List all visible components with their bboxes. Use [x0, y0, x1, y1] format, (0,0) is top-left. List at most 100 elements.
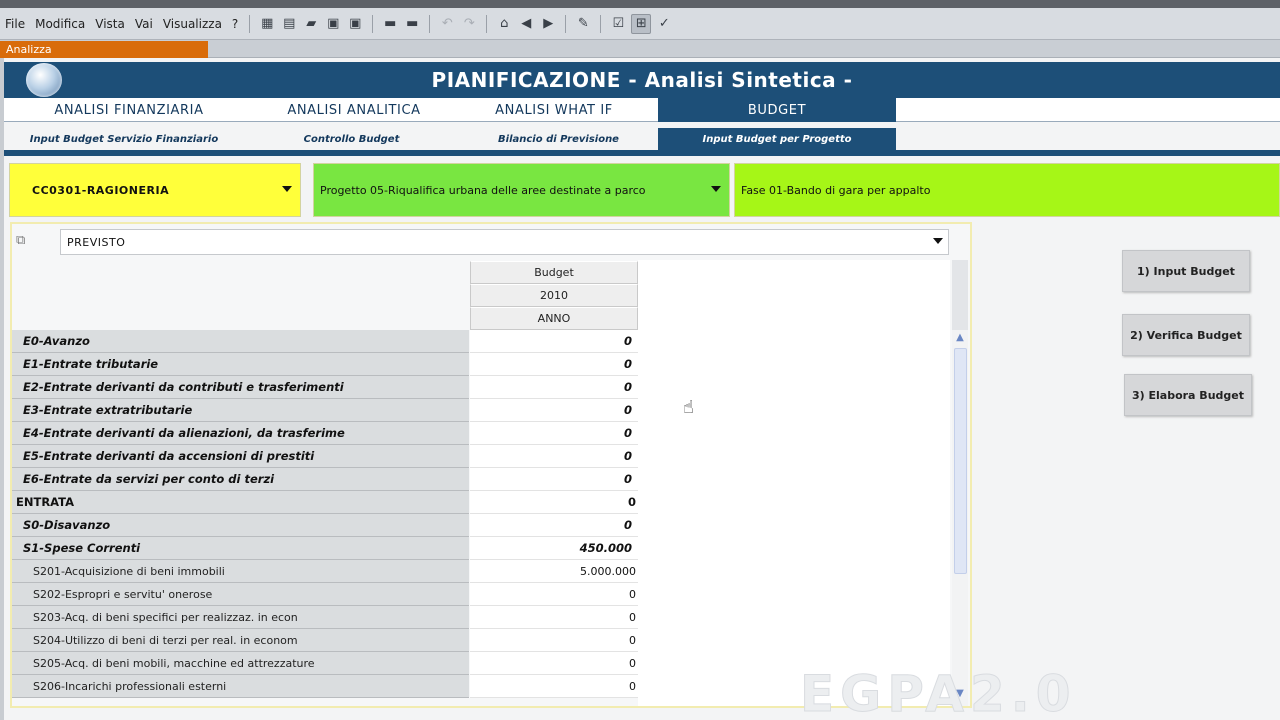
menu-modifica[interactable]: Modifica: [30, 17, 90, 31]
row-label: S205-Acq. di beni mobili, macchine ed at…: [12, 652, 469, 675]
chevron-down-icon: [933, 238, 943, 244]
sub-nav: Input Budget Servizio Finanziario Contro…: [4, 128, 1280, 151]
scrollbar-thumb[interactable]: [954, 348, 967, 574]
subtab-bilancio-di-previsione[interactable]: Bilancio di Previsione: [459, 128, 658, 151]
print-icon[interactable]: ▬: [381, 15, 399, 33]
row-label: S0-Disavanzo: [12, 514, 469, 537]
tools-icon[interactable]: ✎: [574, 15, 592, 33]
tab-analisi-what-if[interactable]: ANALISI WHAT IF: [454, 98, 654, 122]
menu-vai[interactable]: Vai: [130, 17, 158, 31]
chevron-down-icon: [711, 186, 721, 192]
checklist-icon[interactable]: ☑: [609, 15, 627, 33]
column-header-year: 2010: [470, 284, 638, 307]
menu-help[interactable]: ?: [227, 17, 243, 31]
toolbar-separator: [429, 14, 431, 33]
back-icon[interactable]: ◀: [517, 15, 535, 33]
window-top-strip: [0, 0, 1280, 8]
check-icon[interactable]: ✓: [655, 15, 673, 33]
tab-analizza[interactable]: Analizza: [0, 41, 208, 58]
toolbar-separator: [600, 14, 602, 33]
phase-value: Fase 01-Bando di gara per appalto: [741, 183, 931, 197]
row-label-total: ENTRATA: [12, 491, 469, 514]
grid-empty-area: [638, 260, 950, 706]
verifica-budget-button[interactable]: 2) Verifica Budget: [1122, 314, 1250, 356]
tab-analisi-analitica[interactable]: ANALISI ANALITICA: [254, 98, 454, 122]
globe-logo-icon: [26, 63, 62, 97]
undo-icon[interactable]: ↶: [438, 15, 456, 33]
row-value[interactable]: 0: [470, 583, 638, 606]
print-preview-icon[interactable]: ▬: [403, 15, 421, 33]
input-budget-button[interactable]: 1) Input Budget: [1122, 250, 1250, 292]
row-value[interactable]: 0: [470, 445, 638, 468]
row-label: S206-Incarichi professionali esterni: [12, 675, 469, 698]
scrollbar-header-spacer: [952, 260, 968, 330]
row-value[interactable]: 0: [470, 399, 638, 422]
subtab-input-budget-servizio-finanziario[interactable]: Input Budget Servizio Finanziario: [4, 128, 244, 151]
page-title: PIANIFICAZIONE - Analisi Sintetica -: [431, 68, 853, 92]
toolbar-separator: [249, 14, 251, 33]
row-value[interactable]: 0: [470, 514, 638, 537]
row-value[interactable]: 0: [470, 675, 638, 698]
toolbar-separator: [565, 14, 567, 33]
forward-icon[interactable]: ▶: [539, 15, 557, 33]
row-value[interactable]: 450.000: [470, 537, 638, 560]
subtab-controllo-budget[interactable]: Controllo Budget: [244, 128, 459, 151]
row-value[interactable]: 0: [470, 629, 638, 652]
toolbar-separator: [372, 14, 374, 33]
page-header: PIANIFICAZIONE - Analisi Sintetica -: [4, 62, 1280, 98]
phase-select[interactable]: Fase 01-Bando di gara per appalto: [734, 163, 1280, 217]
row-value[interactable]: 5.000.000: [470, 560, 638, 583]
scroll-up-icon[interactable]: ▲: [952, 332, 968, 346]
folder-open-icon[interactable]: ▰: [302, 15, 320, 33]
row-value[interactable]: 0: [470, 422, 638, 445]
scenario-select[interactable]: PREVISTO: [60, 229, 949, 255]
hand-cursor-icon: ☝: [683, 397, 694, 418]
row-value[interactable]: 0: [470, 468, 638, 491]
row-value[interactable]: 0: [470, 330, 638, 353]
tab-analisi-finanziaria[interactable]: ANALISI FINANZIARIA: [4, 98, 254, 122]
toolbar-separator: [486, 14, 488, 33]
row-value-total: 0: [470, 491, 638, 514]
row-label: S201-Acquisizione di beni immobili: [12, 560, 469, 583]
chevron-down-icon: [282, 186, 292, 192]
menu-bar: File Modifica Vista Vai Visualizza ? ▦ ▤…: [0, 8, 1280, 40]
menu-vista[interactable]: Vista: [90, 17, 130, 31]
main-nav: ANALISI FINANZIARIA ANALISI ANALITICA AN…: [4, 98, 1280, 122]
page-icon[interactable]: ▤: [280, 15, 298, 33]
row-label: S203-Acq. di beni specifici per realizza…: [12, 606, 469, 629]
subtab-input-budget-per-progetto[interactable]: Input Budget per Progetto: [658, 128, 896, 151]
redo-icon[interactable]: ↷: [460, 15, 478, 33]
row-label: E6-Entrate da servizi per conto di terzi: [12, 468, 469, 491]
row-value[interactable]: 0: [470, 652, 638, 675]
project-select[interactable]: Progetto 05-Riqualifica urbana delle are…: [313, 163, 730, 217]
row-value[interactable]: 0: [470, 376, 638, 399]
project-value: Progetto 05-Riqualifica urbana delle are…: [320, 183, 646, 197]
row-label: S202-Espropri e servitu' onerose: [12, 583, 469, 606]
save-as-icon[interactable]: ▣: [346, 15, 364, 33]
row-value[interactable]: 0: [470, 353, 638, 376]
home-icon[interactable]: ⌂: [495, 15, 513, 33]
cost-center-value: CC0301-RAGIONERIA: [32, 183, 170, 197]
row-label: E5-Entrate derivanti da accensioni di pr…: [12, 445, 469, 468]
column-header-budget: Budget: [470, 261, 638, 284]
grid-icon[interactable]: ▦: [258, 15, 276, 33]
row-label: S204-Utilizzo di beni di terzi per real.…: [12, 629, 469, 652]
row-label: S1-Spese Correnti: [12, 537, 469, 560]
save-icon[interactable]: ▣: [324, 15, 342, 33]
elabora-budget-button[interactable]: 3) Elabora Budget: [1124, 374, 1252, 416]
row-label: E2-Entrate derivanti da contributi e tra…: [12, 376, 469, 399]
watermark-logo: EGPA2.0: [800, 668, 1077, 720]
row-label: E1-Entrate tributarie: [12, 353, 469, 376]
menu-visualizza[interactable]: Visualizza: [158, 17, 227, 31]
menu-file[interactable]: File: [0, 17, 30, 31]
row-label: E3-Entrate extratributarie: [12, 399, 469, 422]
filter-icon[interactable]: ⊞: [631, 13, 652, 34]
cost-center-select[interactable]: CC0301-RAGIONERIA: [9, 163, 301, 217]
row-value[interactable]: 0: [470, 606, 638, 629]
row-label: E4-Entrate derivanti da alienazioni, da …: [12, 422, 469, 445]
nav-underline: [4, 150, 1280, 156]
row-label: E0-Avanzo: [12, 330, 469, 353]
copy-icon[interactable]: ⧉: [16, 233, 36, 249]
tab-budget[interactable]: BUDGET: [658, 98, 896, 122]
column-header-period: ANNO: [470, 307, 638, 330]
